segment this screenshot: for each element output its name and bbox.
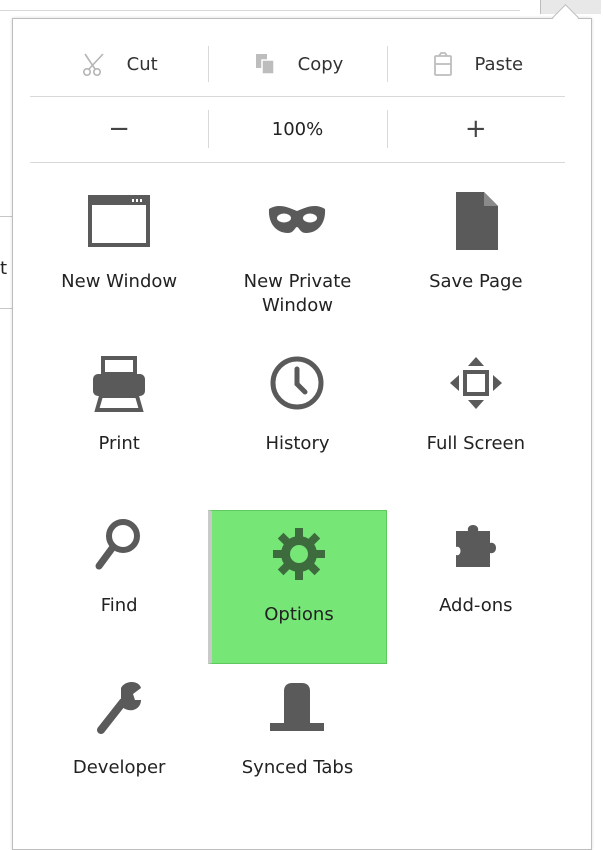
cut-label: Cut (126, 53, 158, 75)
zoom-in-button[interactable]: + (386, 96, 565, 162)
full-screen-button[interactable]: Full Screen (387, 340, 565, 502)
new-window-label: New Window (61, 271, 178, 292)
copy-icon (252, 50, 280, 78)
save-page-button[interactable]: Save Page (387, 178, 565, 340)
paste-label: Paste (474, 53, 524, 75)
find-button[interactable]: Find (30, 502, 208, 664)
history-button[interactable]: History (208, 340, 386, 502)
zoom-level: 100% (271, 118, 324, 140)
search-icon (88, 514, 150, 576)
add-ons-button[interactable]: Add-ons (387, 502, 565, 664)
fullscreen-icon (445, 352, 507, 414)
zoom-in-label: + (464, 114, 487, 144)
window-icon (88, 190, 151, 252)
history-label: History (265, 433, 330, 454)
background-text-fragment: t (0, 258, 8, 279)
add-ons-label: Add-ons (439, 595, 513, 616)
wrench-icon (88, 676, 150, 738)
zoom-controls-row: − 100% + (30, 96, 565, 163)
gear-icon (268, 523, 330, 585)
zoom-out-button[interactable]: − (30, 96, 208, 162)
cut-button[interactable]: Cut (30, 32, 208, 96)
page-icon (445, 190, 507, 252)
zoom-reset-button[interactable]: 100% (208, 96, 386, 162)
scissors-icon (81, 50, 109, 78)
synced-tabs-button[interactable]: Synced Tabs (208, 664, 386, 826)
printer-icon (88, 352, 150, 414)
background-divider (0, 308, 12, 309)
save-page-label: Save Page (429, 271, 523, 292)
new-private-window-button[interactable]: New Private Window (208, 178, 386, 340)
copy-label: Copy (297, 53, 344, 75)
options-label: Options (264, 604, 334, 625)
copy-button[interactable]: Copy (208, 32, 386, 96)
background-divider (0, 216, 12, 217)
new-private-window-label: New Private Window (243, 271, 352, 316)
puzzle-icon (445, 514, 507, 576)
print-label: Print (98, 433, 140, 454)
developer-button[interactable]: Developer (30, 664, 208, 826)
zoom-out-label: − (108, 114, 131, 144)
synced-tabs-icon (266, 676, 328, 738)
menu-grid: New Window New Private Window Save Page (30, 178, 565, 826)
options-button[interactable]: Options (208, 510, 387, 664)
mask-icon (266, 190, 328, 252)
clipboard-icon (429, 50, 457, 78)
full-screen-label: Full Screen (426, 433, 525, 454)
find-label: Find (100, 595, 138, 616)
synced-tabs-label: Synced Tabs (241, 757, 354, 778)
clock-icon (266, 352, 328, 414)
paste-button[interactable]: Paste (386, 32, 565, 96)
browser-toolbar-edge (0, 0, 520, 11)
developer-label: Developer (72, 757, 166, 778)
print-button[interactable]: Print (30, 340, 208, 502)
new-window-button[interactable]: New Window (30, 178, 208, 340)
edit-controls-row: Cut Copy Paste (30, 32, 565, 97)
